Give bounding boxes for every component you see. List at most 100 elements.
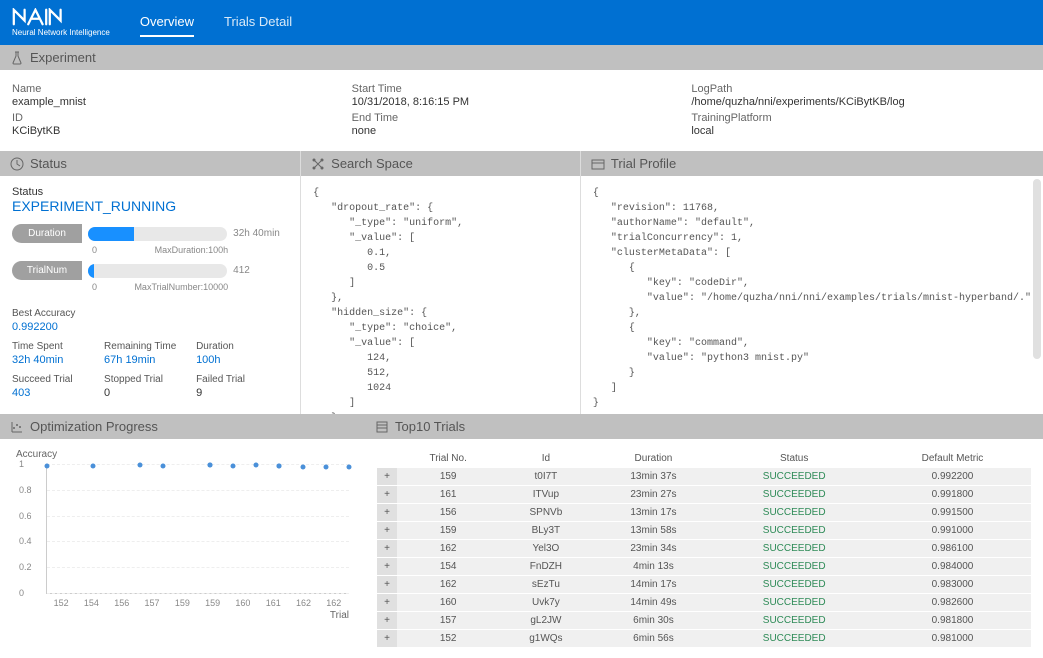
table-cell: Uvk7y <box>499 594 592 612</box>
expand-button[interactable]: + <box>377 558 397 576</box>
remaining-value: 67h 19min <box>104 354 196 366</box>
expand-button[interactable]: + <box>377 522 397 540</box>
id-label: ID <box>12 112 352 124</box>
table-header: Status <box>714 449 874 468</box>
search-title: Search Space <box>331 156 413 171</box>
top10-section-bar: Top10 Trials <box>365 414 1043 439</box>
chart-ytick: 0.2 <box>19 562 32 572</box>
table-cell: 0.992200 <box>874 468 1031 486</box>
search-space-json[interactable]: { "dropout_rate": { "_type": "uniform", … <box>301 176 580 414</box>
table-cell: BLy3T <box>499 522 592 540</box>
clock-icon <box>10 157 24 171</box>
tab-overview[interactable]: Overview <box>140 8 194 37</box>
start-value: 10/31/2018, 8:16:15 PM <box>352 96 692 108</box>
chart-ytick: 0 <box>19 588 24 598</box>
time-spent-value: 32h 40min <box>12 354 104 366</box>
experiment-title: Experiment <box>30 50 96 65</box>
table-cell: SUCCEEDED <box>714 486 874 504</box>
brand-text: Neural Network Intelligence <box>12 28 110 37</box>
table-cell: SPNVb <box>499 504 592 522</box>
opt-section-bar: Optimization Progress <box>0 414 365 439</box>
table-cell: 157 <box>397 612 499 630</box>
list-icon <box>375 420 389 434</box>
table-cell: 4min 13s <box>592 558 714 576</box>
status-value: EXPERIMENT_RUNNING <box>12 198 288 214</box>
chart-xlabel: Trial <box>16 610 349 621</box>
duration-max: MaxDuration:100h <box>155 245 229 255</box>
stopped-value: 0 <box>104 387 196 399</box>
table-cell: FnDZH <box>499 558 592 576</box>
chart-xtick: 152 <box>54 598 69 608</box>
chart-xtick: 156 <box>114 598 129 608</box>
profile-section-bar: Trial Profile <box>581 151 1043 176</box>
table-cell: 159 <box>397 468 499 486</box>
table-cell: 23min 27s <box>592 486 714 504</box>
optimization-chart: Accuracy 00.20.40.60.81 1521541561571591… <box>0 439 365 631</box>
table-cell: SUCCEEDED <box>714 522 874 540</box>
chart-point <box>347 464 352 469</box>
table-row: +154FnDZH4min 13sSUCCEEDED0.984000 <box>377 558 1031 576</box>
table-cell: 0.986100 <box>874 540 1031 558</box>
chart-ytick: 0.6 <box>19 511 32 521</box>
chart-xtick: 159 <box>175 598 190 608</box>
expand-button[interactable]: + <box>377 630 397 648</box>
table-cell: 23min 34s <box>592 540 714 558</box>
table-cell: 0.981000 <box>874 630 1031 648</box>
trialnum-bar-label: TrialNum <box>12 261 82 280</box>
status-section-bar: Status <box>0 151 300 176</box>
top10-title: Top10 Trials <box>395 419 465 434</box>
status-title: Status <box>30 156 67 171</box>
flask-icon <box>10 51 24 65</box>
duration-bar <box>88 227 227 241</box>
table-cell: 13min 37s <box>592 468 714 486</box>
start-label: Start Time <box>352 83 692 95</box>
expand-button[interactable]: + <box>377 594 397 612</box>
expand-button[interactable]: + <box>377 612 397 630</box>
scrollbar[interactable] <box>1033 179 1041 359</box>
table-cell: 162 <box>397 540 499 558</box>
table-cell: 0.981800 <box>874 612 1031 630</box>
table-cell: sEzTu <box>499 576 592 594</box>
table-cell: g1WQs <box>499 630 592 648</box>
chart-point <box>207 463 212 468</box>
expand-button[interactable]: + <box>377 468 397 486</box>
remaining-label: Remaining Time <box>104 341 196 352</box>
stopped-label: Stopped Trial <box>104 374 196 385</box>
failed-label: Failed Trial <box>196 374 288 385</box>
best-acc-value: 0.992200 <box>12 321 288 333</box>
chart-xtick: 161 <box>266 598 281 608</box>
table-cell: 14min 49s <box>592 594 714 612</box>
table-row: +159t0I7T13min 37sSUCCEEDED0.992200 <box>377 468 1031 486</box>
name-label: Name <box>12 83 352 95</box>
chart-point <box>254 463 259 468</box>
table-cell: SUCCEEDED <box>714 594 874 612</box>
chart-point <box>137 463 142 468</box>
table-cell: gL2JW <box>499 612 592 630</box>
tab-trials-detail[interactable]: Trials Detail <box>224 8 292 37</box>
name-value: example_mnist <box>12 96 352 108</box>
table-cell: 0.984000 <box>874 558 1031 576</box>
trial-profile-json[interactable]: { "revision": 11768, "authorName": "defa… <box>581 176 1043 414</box>
table-cell: 0.991800 <box>874 486 1031 504</box>
table-header: Id <box>499 449 592 468</box>
expand-button[interactable]: + <box>377 504 397 522</box>
expand-button[interactable]: + <box>377 576 397 594</box>
expand-button[interactable]: + <box>377 486 397 504</box>
trialnum-zero: 0 <box>92 282 97 292</box>
table-cell: 159 <box>397 522 499 540</box>
duration-bar-text: 32h 40min <box>233 228 288 239</box>
expand-button[interactable]: + <box>377 540 397 558</box>
chart-icon <box>10 420 24 434</box>
table-cell: 0.991000 <box>874 522 1031 540</box>
profile-title: Trial Profile <box>611 156 676 171</box>
end-value: none <box>352 125 692 137</box>
table-cell: 154 <box>397 558 499 576</box>
tree-icon <box>311 157 325 171</box>
table-cell: SUCCEEDED <box>714 504 874 522</box>
chart-point <box>45 464 50 469</box>
table-cell: 152 <box>397 630 499 648</box>
chart-xtick: 159 <box>205 598 220 608</box>
chart-point <box>230 464 235 469</box>
chart-xtick: 157 <box>145 598 160 608</box>
table-cell: 160 <box>397 594 499 612</box>
